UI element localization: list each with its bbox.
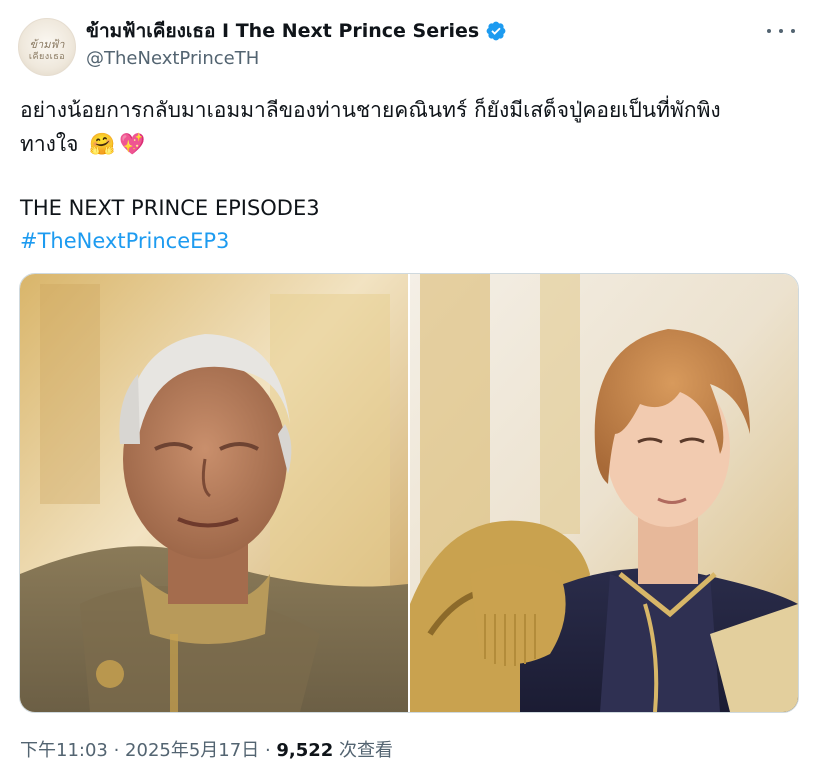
avatar[interactable]: ข้ามฟ้า เคียงเธอ — [18, 18, 76, 76]
views-count: 9,522 — [276, 740, 334, 761]
tweet-text-line-2-text: ทางใจ — [20, 132, 79, 156]
media-grid — [19, 273, 799, 713]
meta-separator: · — [107, 740, 126, 761]
author-display-name[interactable]: ข้ามฟ้าเคียงเธอ I The Next Prince Series — [86, 16, 479, 46]
tweet-text: อย่างน้อยการกลับมาเอมมาลีของท่านชายคณินท… — [20, 93, 800, 161]
tweet-time[interactable]: 下午11:03 — [20, 740, 108, 761]
meta-separator: · — [259, 740, 277, 761]
tweet-text-line-2: ทางใจ 🤗 💖 — [20, 127, 800, 161]
avatar-logo-subtext: เคียงเธอ — [28, 52, 66, 62]
views-label: 次查看 — [333, 740, 394, 761]
photo-elderly-man-image — [20, 274, 408, 712]
verified-badge-icon[interactable] — [485, 20, 507, 42]
hugging-face-emoji-icon: 🤗 — [89, 132, 116, 156]
tweet-date[interactable]: 2025年5月17日 — [125, 740, 259, 761]
author-name-row: ข้ามฟ้าเคียงเธอ I The Next Prince Series — [86, 18, 507, 44]
hashtag-link[interactable]: #TheNextPrinceEP3 — [20, 225, 229, 257]
photo-elderly-man[interactable] — [20, 274, 408, 712]
tweet-text-line-1: อย่างน้อยการกลับมาเอมมาลีของท่านชายคณินท… — [20, 98, 721, 122]
episode-title: THE NEXT PRINCE EPISODE3 — [20, 196, 320, 220]
photo-young-prince-image — [410, 274, 798, 712]
more-options-icon[interactable] — [767, 20, 795, 42]
sparkling-heart-emoji-icon: 💖 — [119, 132, 146, 156]
tweet-card: ข้ามฟ้า เคียงเธอ ข้ามฟ้าเคียงเธอ I The N… — [0, 0, 825, 781]
author-handle[interactable]: @TheNextPrinceTH — [86, 48, 259, 69]
tweet-metadata: 下午11:03 · 2025年5月17日 · 9,522 次查看 — [20, 736, 393, 762]
photo-young-prince[interactable] — [410, 274, 798, 712]
